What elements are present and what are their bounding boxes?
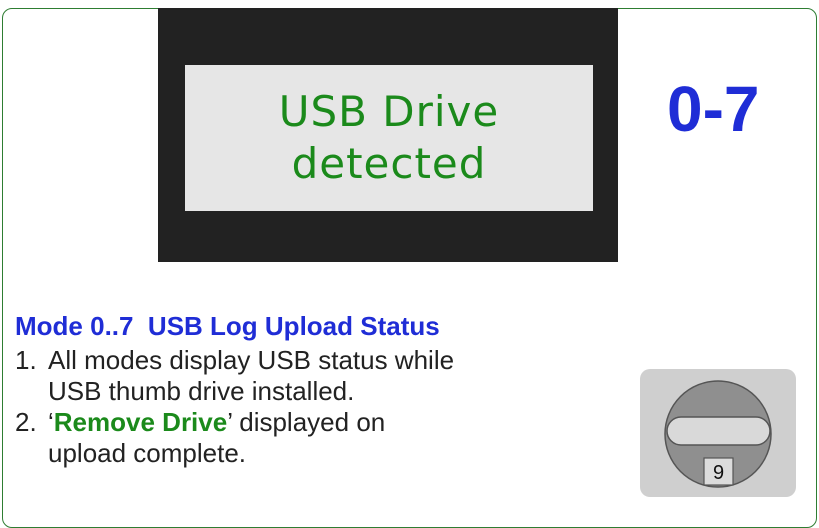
step-number: 2.: [15, 407, 37, 437]
lcd-line-1: USB Drive: [278, 86, 500, 136]
lcd-line-2: detected: [291, 139, 487, 188]
step-text: All modes display USB status while USB t…: [48, 345, 455, 406]
remove-drive-label: Remove Drive: [53, 407, 228, 437]
knob-slot: [666, 416, 771, 446]
position-label: 9: [713, 462, 724, 484]
mode-number: 0-7: [667, 73, 760, 145]
steps-list: 1. All modes display USB status while US…: [15, 345, 468, 469]
list-item: 2. ‘Remove Drive’ displayed on upload co…: [15, 407, 468, 469]
rotary-switch: 9: [640, 369, 796, 497]
rotary-switch-icon: 9: [640, 369, 796, 497]
section-heading: Mode 0..7 USB Log Upload Status: [15, 311, 440, 341]
list-item: 1. All modes display USB status while US…: [15, 345, 468, 407]
lcd-screen: USB Drive detected: [185, 65, 593, 211]
step-number: 1.: [15, 345, 37, 375]
